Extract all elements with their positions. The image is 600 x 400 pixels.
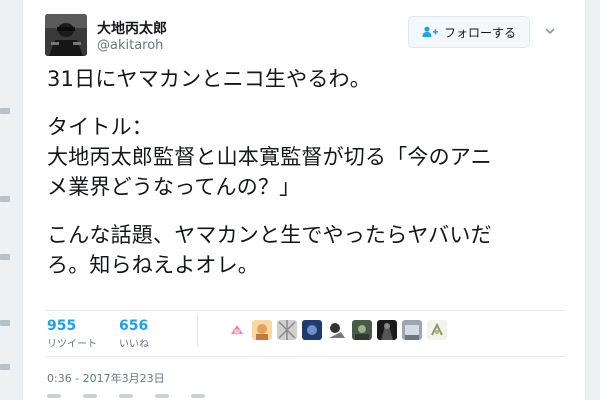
liker-avatar-6[interactable] — [352, 320, 372, 340]
action-bar-partial — [47, 394, 205, 398]
liker-avatar-5[interactable] — [327, 320, 347, 340]
liker-avatar-9[interactable] — [427, 320, 447, 340]
retweet-stat[interactable]: 955 リツイート — [47, 318, 97, 350]
like-count: 656 — [119, 318, 149, 334]
stats-separator — [197, 316, 198, 346]
display-name[interactable]: 大地丙太郎 — [97, 18, 167, 38]
liker-avatar-2[interactable] — [252, 320, 272, 340]
follow-button-label: フォローする — [443, 25, 516, 40]
tweet-paragraph-2: タイトル： 大地丙太郎監督と山本寛監督が切る「今のアニ メ業界どうなってんの？」 — [47, 115, 492, 199]
liker-avatar-4[interactable] — [302, 320, 322, 340]
liker-avatar-7[interactable] — [377, 320, 397, 340]
like-label: いいね — [119, 339, 149, 350]
tweet-paragraph-3: こんな話題、ヤマカンと生でやったらヤバいだ ろ。知らねえよオレ。 — [47, 223, 492, 277]
tweet-card: 大地丙太郎 @akitaroh フォローする 31日にヤマカンとニコ生やるわ。 … — [22, 0, 586, 400]
stats-divider-top — [45, 310, 565, 311]
chevron-down-icon[interactable] — [543, 24, 557, 38]
liker-avatar-8[interactable] — [402, 320, 422, 340]
retweet-label: リツイート — [47, 339, 97, 350]
stats-divider-bottom — [45, 356, 565, 357]
tweet-text: 31日にヤマカンとニコ生やるわ。 タイトル： 大地丙太郎監督と山本寛監督が切る「… — [47, 64, 567, 280]
retweet-count: 955 — [47, 318, 77, 334]
liker-avatars — [227, 320, 447, 340]
person-add-icon — [422, 26, 438, 37]
avatar[interactable] — [45, 14, 87, 56]
like-stat[interactable]: 656 いいね — [119, 318, 149, 350]
liker-avatar-1[interactable] — [227, 320, 247, 340]
tweet-timestamp[interactable]: 0:36 - 2017年3月23日 — [47, 370, 165, 386]
user-handle[interactable]: @akitaroh — [97, 38, 163, 53]
follow-button[interactable]: フォローする — [408, 16, 530, 48]
tweet-paragraph-1: 31日にヤマカンとニコ生やるわ。 — [47, 67, 371, 91]
background-timeline-right — [586, 0, 600, 400]
background-timeline-left — [0, 0, 22, 400]
liker-avatar-3[interactable] — [277, 320, 297, 340]
